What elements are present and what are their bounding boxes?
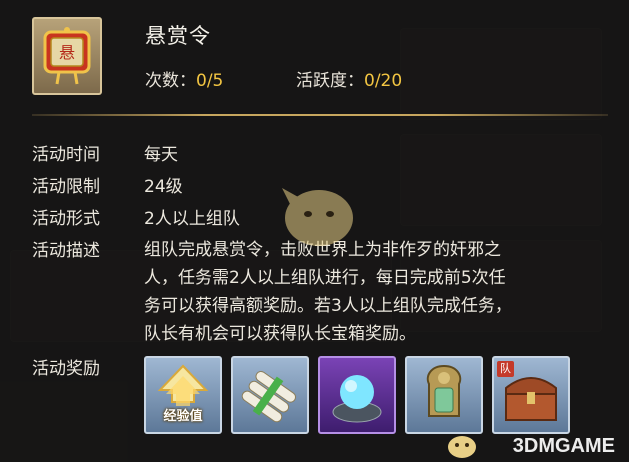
spirit-orb-icon [332, 375, 382, 423]
description-line: 务可以获得高额奖励。若3人以上组队完成任务， [144, 296, 512, 316]
reward-slot-experience[interactable]: 经验值 [144, 356, 222, 434]
level-limit-label: 活动限制 [32, 177, 100, 197]
rewards-label: 活动奖励 [32, 359, 100, 379]
description-row: 活动描述 [32, 236, 144, 261]
count-stat: 次数：0/5 [145, 66, 223, 91]
activity-points-label: 活跃度： [296, 71, 364, 91]
count-label: 次数： [145, 71, 196, 91]
level-limit-row: 活动限制 24级 [32, 172, 183, 197]
experience-text: 经验值 [163, 409, 203, 424]
time-row: 活动时间 每天 [32, 140, 178, 165]
watermark-logo-icon [448, 436, 476, 458]
count-value: 0/5 [196, 71, 224, 91]
activity-points-stat: 活跃度：0/20 [296, 66, 402, 91]
description-text: 组队完成悬赏令，击败世界上为非作歹的奸邪之 人，任务需2人以上组队进行，每日完成… [144, 236, 614, 348]
svg-text:悬: 悬 [59, 43, 75, 62]
format-row: 活动形式 2人以上组队 [32, 204, 240, 229]
reward-slot-orb[interactable] [318, 356, 396, 434]
scroll-bundle-icon [241, 370, 296, 423]
activity-points-value: 0/20 [364, 71, 403, 91]
reward-slot-captain-chest[interactable]: 队 [492, 356, 570, 434]
jade-token-icon [426, 364, 462, 417]
format-label: 活动形式 [32, 209, 100, 229]
time-label: 活动时间 [32, 145, 100, 165]
reward-slot-token[interactable] [405, 356, 483, 434]
watermark-text: 3DMGAME [512, 435, 615, 457]
header-divider [32, 114, 608, 116]
time-value: 每天 [144, 145, 178, 165]
activity-tooltip-panel: 悬 悬赏令 次数：0/5 活跃度：0/20 活动时间 每天 活动限制 24级 活动形… [0, 0, 629, 462]
description-label: 活动描述 [32, 241, 100, 261]
description-line: 队长有机会可以获得队长宝箱奖励。 [144, 324, 416, 344]
mascot-watermark-icon [282, 188, 353, 246]
description-line: 人，任务需2人以上组队进行，每日完成前5次任 [144, 268, 506, 288]
reward-slot-scrolls[interactable] [231, 356, 309, 434]
format-value: 2人以上组队 [144, 209, 240, 229]
level-limit-value: 24级 [144, 177, 183, 197]
rewards-list: 经验值 队 [144, 356, 570, 434]
description-line: 组队完成悬赏令，击败世界上为非作歹的奸邪之 [144, 240, 501, 260]
activity-title: 悬赏令 [145, 24, 211, 48]
captain-tag: 队 [497, 361, 514, 377]
bounty-scroll-icon: 悬 [32, 17, 102, 95]
